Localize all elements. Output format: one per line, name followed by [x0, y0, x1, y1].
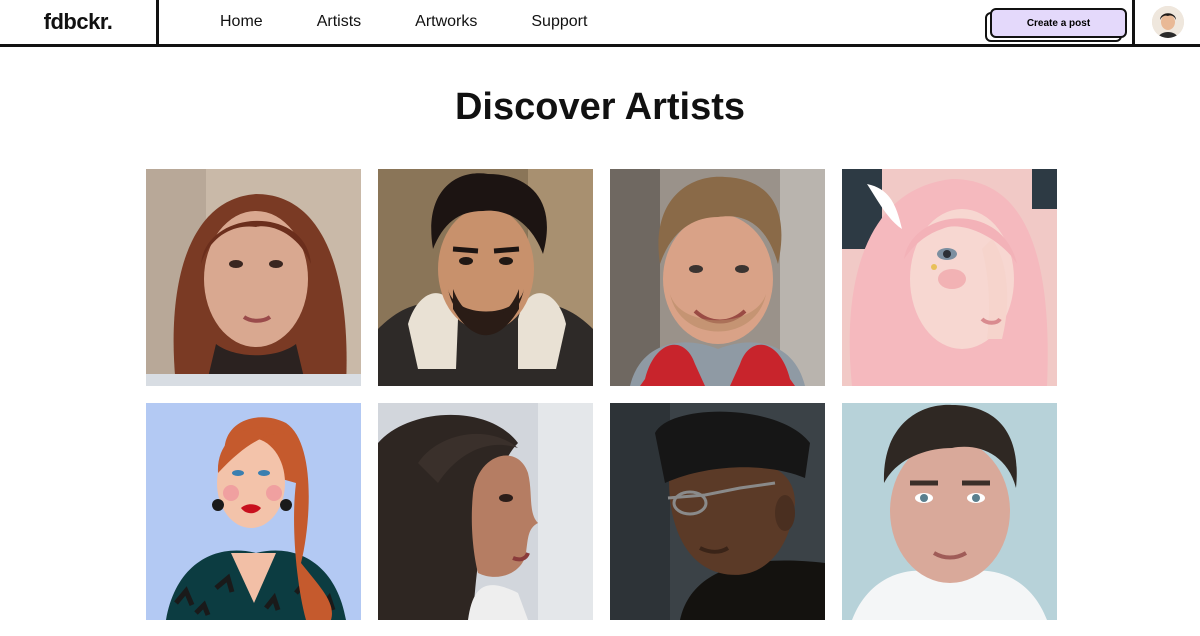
user-avatar-icon	[1151, 6, 1184, 38]
portrait-curly-red-hair-woman-icon	[146, 169, 361, 386]
portrait-smiling-man-icon	[610, 169, 825, 386]
portrait-young-man-icon	[842, 403, 1057, 620]
page-title: Discover Artists	[454, 86, 746, 128]
artist-card[interactable]	[146, 169, 361, 386]
portrait-bearded-man-icon	[378, 169, 593, 386]
nav-artists-link[interactable]: Artists	[317, 13, 361, 31]
main-nav: Home Artists Artworks Support	[220, 0, 587, 44]
portrait-pink-hair-illustration-icon	[842, 169, 1057, 386]
user-avatar[interactable]	[1151, 6, 1184, 38]
artist-card[interactable]	[610, 403, 825, 620]
top-navbar: fdbckr. Home Artists Artworks Support Cr…	[0, 0, 1200, 47]
nav-home-link[interactable]: Home	[220, 13, 263, 31]
artist-card[interactable]	[378, 403, 593, 620]
portrait-dark-hair-woman-profile-icon	[378, 403, 593, 620]
portrait-red-hair-illustration-icon	[146, 403, 361, 620]
artist-grid	[146, 169, 1057, 620]
artist-card[interactable]	[842, 403, 1057, 620]
user-menu	[1132, 0, 1200, 44]
create-post-wrapper: Create a post	[985, 8, 1127, 42]
logo[interactable]: fdbckr.	[0, 0, 159, 44]
artist-card[interactable]	[378, 169, 593, 386]
artist-card[interactable]	[146, 403, 361, 620]
artist-card[interactable]	[842, 169, 1057, 386]
portrait-man-beanie-glasses-icon	[610, 403, 825, 620]
create-post-button[interactable]: Create a post	[990, 8, 1127, 38]
nav-support-link[interactable]: Support	[531, 13, 587, 31]
nav-artworks-link[interactable]: Artworks	[415, 13, 477, 31]
artist-card[interactable]	[610, 169, 825, 386]
